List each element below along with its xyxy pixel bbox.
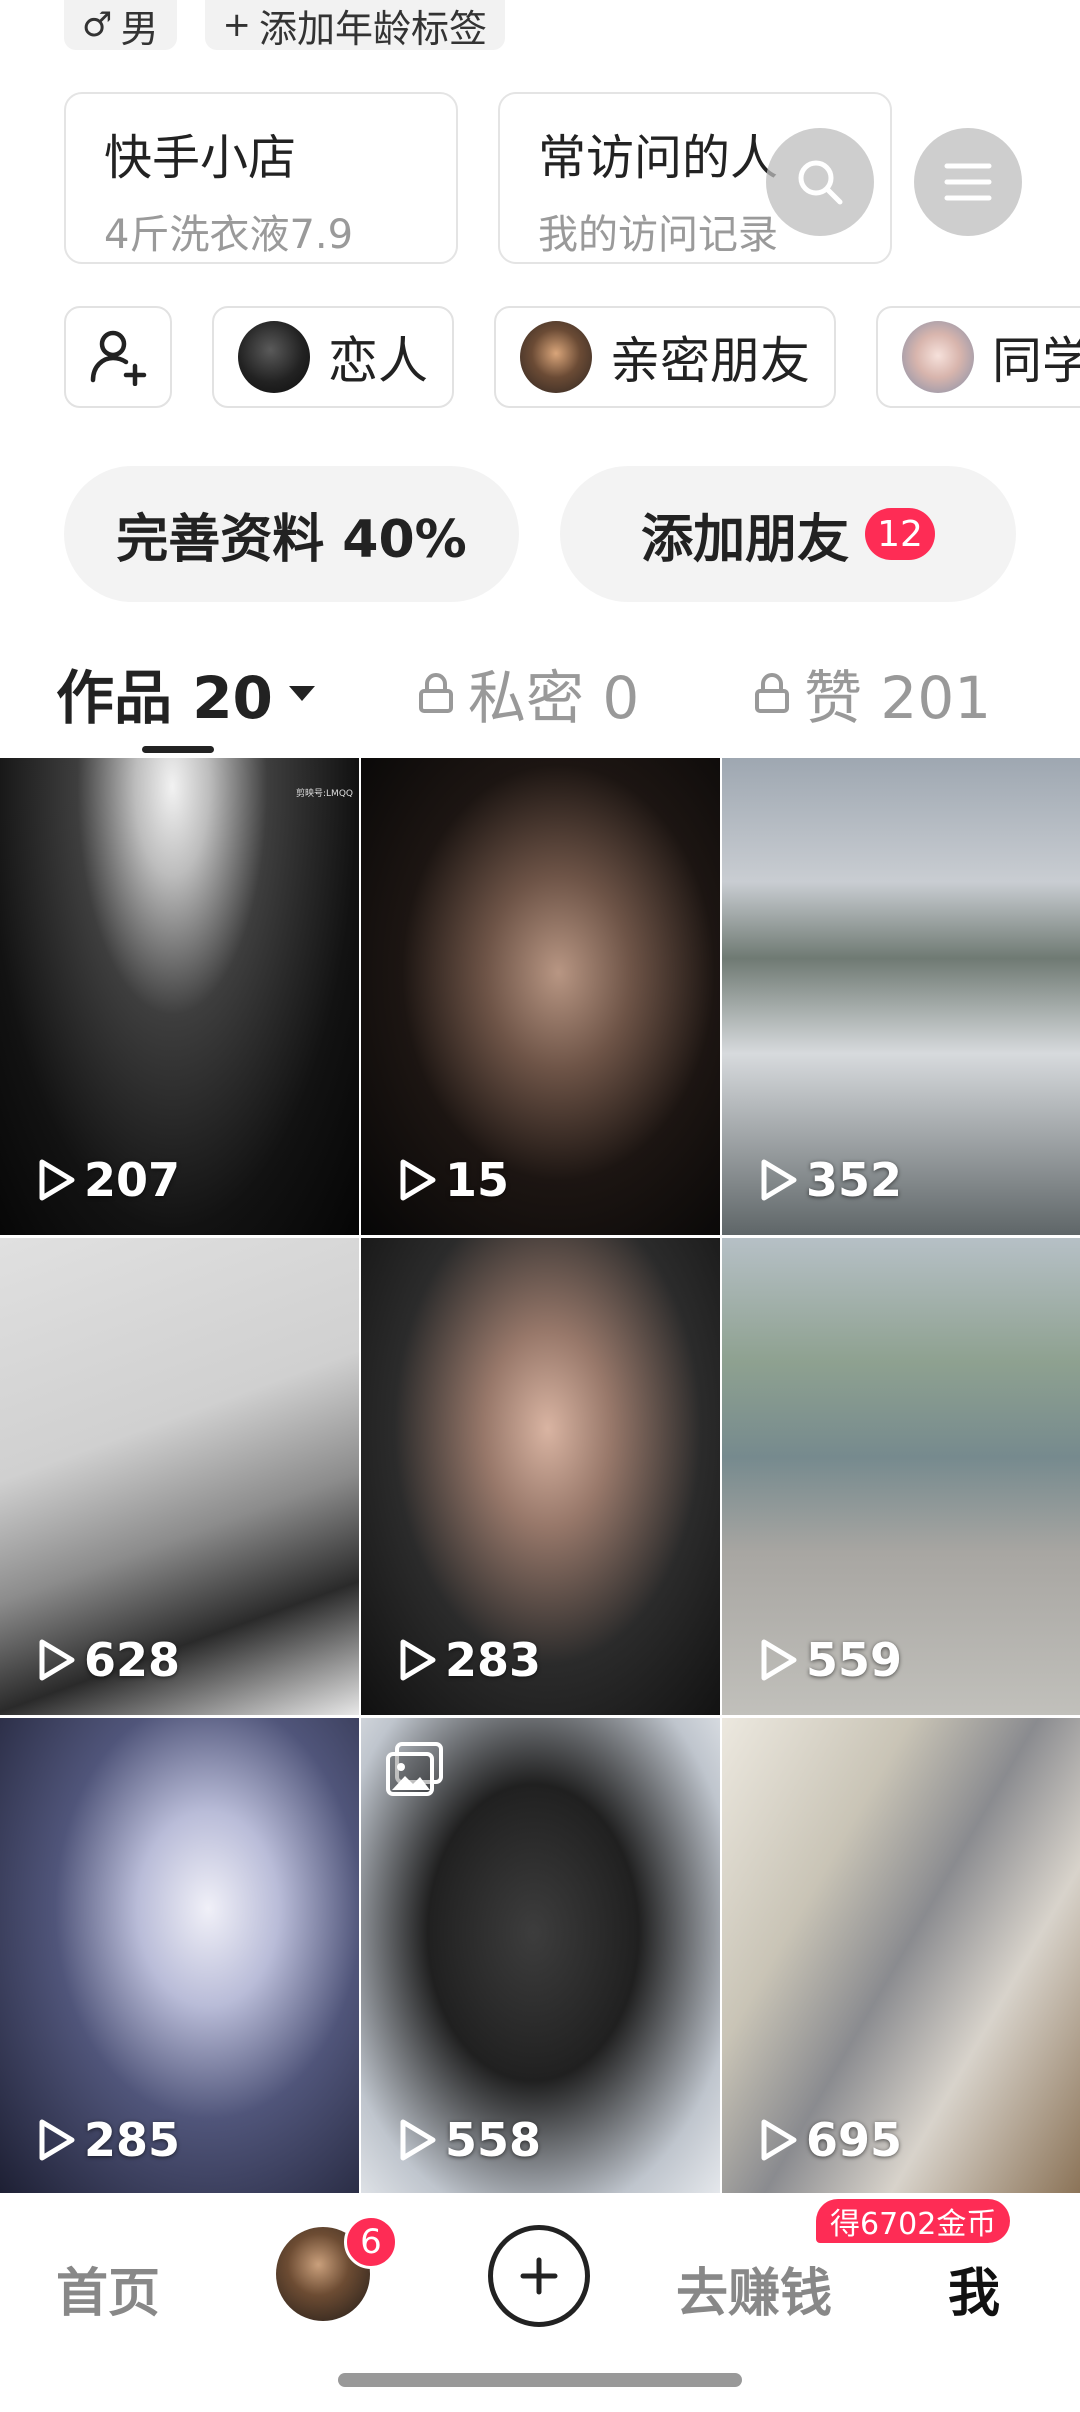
- add-age-tag-button[interactable]: + 添加年龄标签: [204, 0, 506, 51]
- view-count: 559: [758, 1633, 902, 1687]
- play-icon: [400, 1159, 436, 1201]
- friend-request-badge: 12: [865, 508, 935, 560]
- view-count-value: 15: [445, 1153, 510, 1207]
- photo-album-icon: [386, 1742, 443, 1796]
- play-icon: [39, 1159, 75, 1201]
- profile-tags: ♂ 男 + 添加年龄标签: [64, 0, 506, 51]
- menu-icon: [944, 163, 992, 201]
- add-age-label: 添加年龄标签: [259, 6, 488, 51]
- plus-icon: +: [222, 5, 252, 45]
- nav-me[interactable]: 我: [948, 2251, 1000, 2326]
- relation-chip-classmate[interactable]: 同学: [876, 306, 1080, 408]
- relation-label: 亲密朋友: [610, 332, 810, 390]
- add-person-icon: [90, 330, 147, 386]
- caret-down-icon: [288, 686, 315, 701]
- view-count-value: 283: [445, 1633, 542, 1687]
- video-tile[interactable]: 628: [0, 1238, 359, 1715]
- view-count-value: 559: [806, 1633, 903, 1687]
- lock-icon: [755, 673, 789, 713]
- kuaishou-shop-card[interactable]: 快手小店 4斤洗衣液7.9: [64, 92, 458, 264]
- view-count-value: 628: [84, 1633, 181, 1687]
- view-count-value: 207: [84, 1153, 181, 1207]
- tab-works[interactable]: 作品 20: [56, 648, 317, 738]
- avatar: [238, 321, 310, 393]
- video-tile[interactable]: 15: [361, 758, 720, 1235]
- add-relation-button[interactable]: [64, 306, 172, 408]
- bottom-nav: 首页 6 得6702金币 去赚钱 我: [0, 2193, 1080, 2412]
- tab-private[interactable]: 私密 0: [418, 648, 639, 738]
- watermark-text: 剪映号:LMQQ: [296, 789, 353, 799]
- video-tile[interactable]: 695: [722, 1718, 1080, 2195]
- view-count-value: 352: [806, 1153, 903, 1207]
- relation-label: 同学: [992, 332, 1080, 390]
- search-button[interactable]: [766, 128, 874, 236]
- video-tile[interactable]: 283: [361, 1238, 720, 1715]
- view-count: 352: [758, 1153, 902, 1207]
- play-icon: [400, 1639, 436, 1681]
- tab-works-label: 作品 20: [56, 664, 273, 732]
- view-count-value: 695: [806, 2113, 903, 2167]
- avatar: [520, 321, 592, 393]
- active-tab-indicator: [142, 746, 214, 753]
- lock-icon: [419, 673, 453, 713]
- play-icon: [761, 1639, 797, 1681]
- shop-card-title: 快手小店: [104, 130, 297, 186]
- tab-private-label: 私密 0: [468, 664, 640, 732]
- create-button[interactable]: [488, 2225, 590, 2327]
- video-tile[interactable]: 559: [722, 1238, 1080, 1715]
- add-friends-button[interactable]: 添加朋友 12: [560, 466, 1016, 602]
- play-icon: [400, 2119, 436, 2161]
- gender-tag[interactable]: ♂ 男: [64, 0, 177, 51]
- view-count: 628: [36, 1633, 180, 1687]
- nav-earn[interactable]: 去赚钱: [676, 2251, 832, 2326]
- gender-label: 男: [120, 6, 159, 51]
- video-tile[interactable]: 352: [722, 758, 1080, 1235]
- play-icon: [39, 1639, 75, 1681]
- tab-likes[interactable]: 赞 201: [754, 648, 991, 738]
- complete-profile-button[interactable]: 完善资料 40%: [64, 466, 519, 602]
- play-icon: [39, 2119, 75, 2161]
- play-icon: [761, 1159, 797, 1201]
- relation-chip-lover[interactable]: 恋人: [212, 306, 454, 408]
- play-icon: [761, 2119, 797, 2161]
- view-count: 558: [397, 2113, 541, 2167]
- notification-badge: 6: [344, 2215, 398, 2269]
- relation-chip-close-friend[interactable]: 亲密朋友: [494, 306, 836, 408]
- shop-card-subtitle: 4斤洗衣液7.9: [104, 212, 354, 258]
- view-count: 15: [397, 1153, 509, 1207]
- add-friends-label: 添加朋友: [641, 509, 850, 570]
- video-tile[interactable]: 285: [0, 1718, 359, 2195]
- avatar: [902, 321, 974, 393]
- nav-home[interactable]: 首页: [56, 2251, 160, 2326]
- relation-label: 恋人: [328, 332, 428, 390]
- photo-tile[interactable]: 558: [361, 1718, 720, 2195]
- video-tile[interactable]: 剪映号:LMQQ 207: [0, 758, 359, 1235]
- view-count: 207: [36, 1153, 180, 1207]
- view-count-value: 285: [84, 2113, 181, 2167]
- menu-button[interactable]: [914, 128, 1022, 236]
- view-count: 283: [397, 1633, 541, 1687]
- profile-tabs: 作品 20 私密 0 赞 201: [0, 648, 1080, 758]
- view-count: 285: [36, 2113, 180, 2167]
- view-count-value: 558: [445, 2113, 542, 2167]
- home-indicator[interactable]: [338, 2373, 742, 2387]
- view-count: 695: [758, 2113, 902, 2167]
- search-icon: [798, 160, 843, 205]
- male-icon: ♂: [82, 5, 113, 45]
- relations-row: 恋人 亲密朋友 同学: [64, 306, 1080, 408]
- tab-likes-label: 赞 201: [804, 664, 992, 732]
- complete-profile-label: 完善资料 40%: [116, 509, 467, 570]
- plus-icon: [520, 2257, 558, 2295]
- works-grid: 剪映号:LMQQ 207 15 352 628 283 559 285 558 …: [0, 758, 1080, 2195]
- coin-reward-badge: 得6702金币: [816, 2199, 1011, 2243]
